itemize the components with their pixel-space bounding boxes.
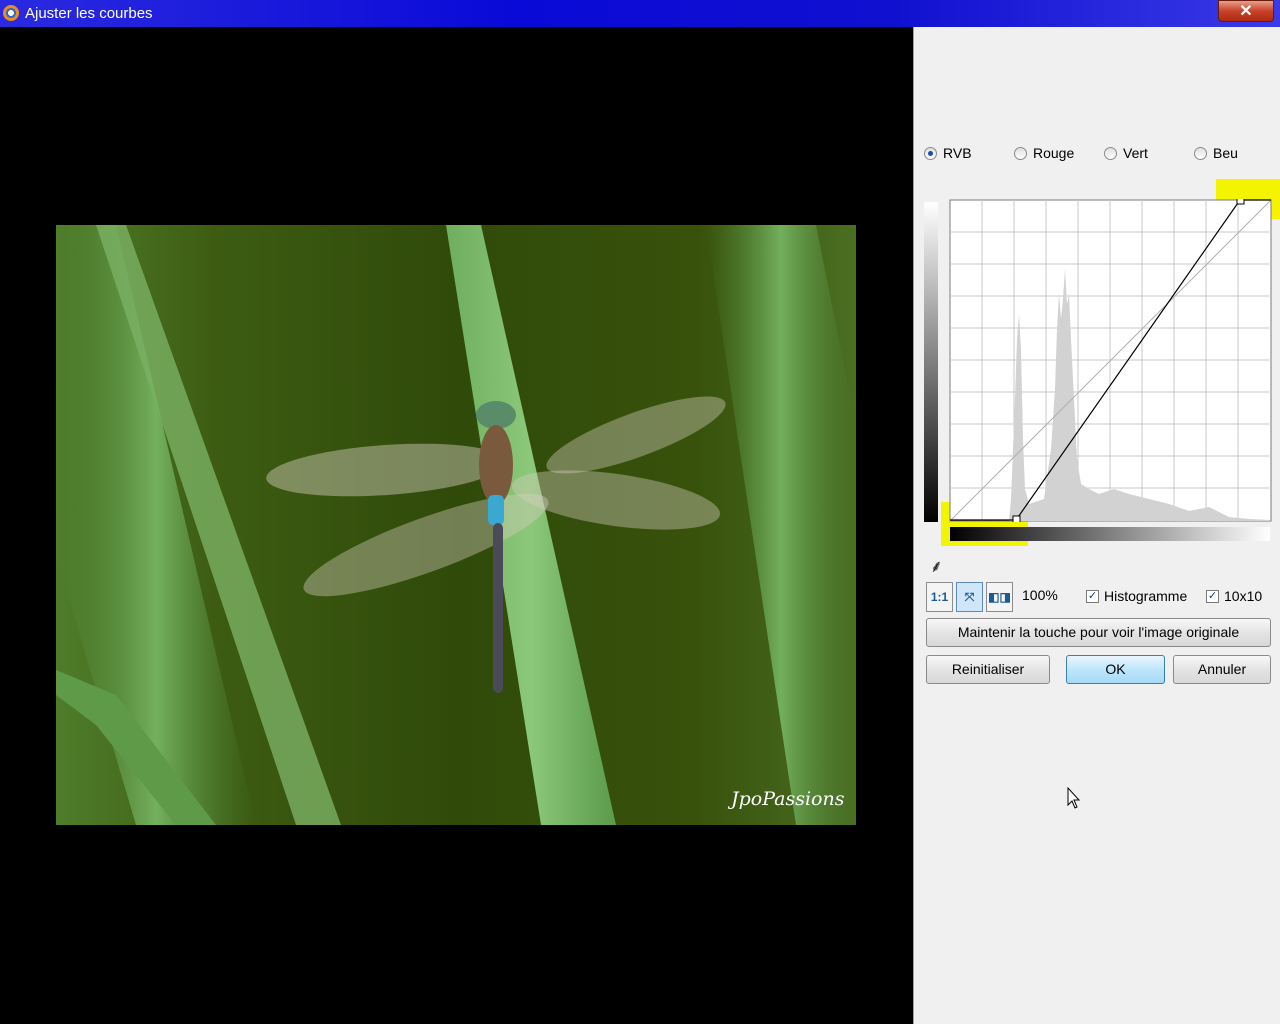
dragonfly-photo: JpoPassions xyxy=(56,225,856,825)
grid-checkbox[interactable]: ✓ 10x10 xyxy=(1206,588,1262,604)
grid-label: 10x10 xyxy=(1224,588,1263,604)
channel-radio-rouge[interactable]: Rouge xyxy=(1014,145,1074,161)
curves-panel: RVB Rouge Vert Beu ⸙ 1:1 ⤧ ◧◨ 100% ✓ His… xyxy=(913,27,1280,1024)
photo-watermark: JpoPassions xyxy=(727,788,845,810)
radio-icon xyxy=(1104,146,1117,160)
image-preview-area: JpoPassions xyxy=(0,27,913,1024)
close-button[interactable]: ✕ xyxy=(1218,0,1274,22)
input-gradient-bar xyxy=(950,527,1270,541)
window-title: Ajuster les courbes xyxy=(25,5,153,22)
output-gradient-bar xyxy=(924,202,938,522)
channel-radio-vert[interactable]: Vert xyxy=(1104,145,1148,161)
app-icon xyxy=(3,5,19,21)
radio-icon xyxy=(1194,146,1207,160)
zoom-level: 100% xyxy=(1022,587,1058,603)
checkbox-checked-icon: ✓ xyxy=(1206,589,1219,603)
channel-label: Beu xyxy=(1213,145,1238,161)
histogram-checkbox[interactable]: ✓ Histogramme xyxy=(1086,588,1187,604)
curve-point-black[interactable] xyxy=(1012,515,1021,524)
channel-label: Rouge xyxy=(1033,145,1075,161)
fit-to-window-icon[interactable]: ⤧ xyxy=(956,582,983,612)
channel-radio-rvb[interactable]: RVB xyxy=(924,145,972,161)
histogram-label: Histogramme xyxy=(1104,588,1188,604)
curve-graph[interactable] xyxy=(949,196,1272,524)
radio-selected-icon xyxy=(924,146,937,160)
curve-point-white[interactable] xyxy=(1236,196,1245,205)
radio-icon xyxy=(1014,146,1027,160)
split-view-icon[interactable]: ◧◨ xyxy=(986,582,1013,612)
channel-label: RVB xyxy=(943,145,972,161)
ok-button[interactable]: OK xyxy=(1066,655,1165,684)
hold-original-button[interactable]: Maintenir la touche pour voir l'image or… xyxy=(926,618,1271,647)
channel-label: Vert xyxy=(1123,145,1148,161)
reset-button[interactable]: Reinitialiser xyxy=(926,655,1050,684)
cancel-button[interactable]: Annuler xyxy=(1173,655,1271,684)
ratio-button[interactable]: 1:1 xyxy=(926,582,953,612)
mouse-cursor-icon xyxy=(1067,787,1081,809)
checkbox-checked-icon: ✓ xyxy=(1086,589,1099,603)
channel-radio-beu[interactable]: Beu xyxy=(1194,145,1238,161)
title-bar: Ajuster les courbes ✕ xyxy=(0,0,1280,27)
eyedropper-icon[interactable]: ⸙ xyxy=(930,554,943,577)
